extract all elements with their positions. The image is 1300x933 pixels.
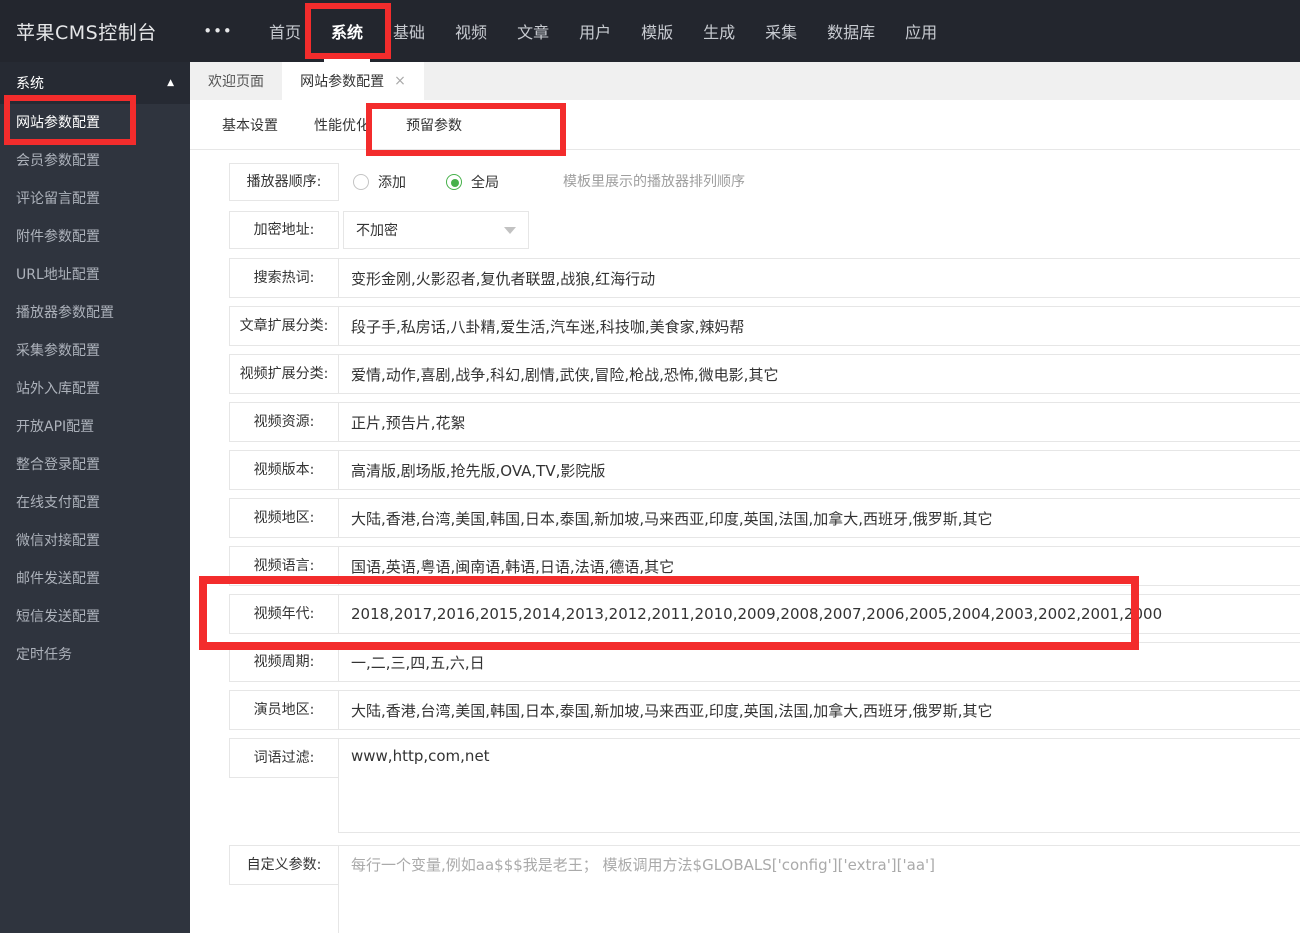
sidebar-item-url-config[interactable]: URL地址配置 [0, 256, 190, 294]
app-title: 苹果CMS控制台 [16, 21, 157, 44]
row-custom-params: 自定义参数: [229, 845, 1300, 933]
app-window: 苹果CMS控制台 ••• 首页 系统 基础 视频 文章 用户 模版 生成 采集 … [0, 0, 1300, 933]
sidebar-item-sms-config[interactable]: 短信发送配置 [0, 598, 190, 636]
video-categories-input[interactable] [338, 354, 1300, 394]
sidebar-item-member-params[interactable]: 会员参数配置 [0, 142, 190, 180]
sidebar-group-system[interactable]: 系统 ▲ [0, 62, 190, 104]
sidebar-item-comment-config[interactable]: 评论留言配置 [0, 180, 190, 218]
row-video-categories: 视频扩展分类: [229, 354, 1300, 394]
sidebar-item-player-config[interactable]: 播放器参数配置 [0, 294, 190, 332]
topnav-basic[interactable]: 基础 [378, 0, 440, 62]
video-versions-label: 视频版本: [229, 450, 339, 490]
article-categories-label: 文章扩展分类: [229, 306, 339, 346]
actor-regions-input[interactable] [338, 690, 1300, 730]
word-filter-textarea[interactable]: www,http,com,net [338, 738, 1300, 833]
radio-global[interactable]: 全局 [446, 172, 499, 192]
tab-welcome[interactable]: 欢迎页面 [190, 62, 282, 100]
video-versions-input[interactable] [338, 450, 1300, 490]
row-search-hotwords: 搜索热词: [229, 258, 1300, 298]
row-article-categories: 文章扩展分类: [229, 306, 1300, 346]
topnav-generate[interactable]: 生成 [688, 0, 750, 62]
video-regions-input[interactable] [338, 498, 1300, 538]
video-languages-input[interactable] [338, 546, 1300, 586]
sidebar-item-open-api-config[interactable]: 开放API配置 [0, 408, 190, 446]
chevron-up-icon: ▲ [167, 78, 174, 88]
sidebar-group-label: 系统 [16, 76, 44, 92]
tab-site-params[interactable]: 网站参数配置 × [282, 62, 424, 100]
topnav-home[interactable]: 首页 [254, 0, 316, 62]
article-categories-input[interactable] [338, 306, 1300, 346]
row-player-order: 播放器顺序: 添加 全局 模板里展示的播放器排列顺序 [229, 163, 745, 201]
video-resources-label: 视频资源: [229, 402, 339, 442]
sidebar: 系统 ▲ 网站参数配置 会员参数配置 评论留言配置 附件参数配置 URL地址配置… [0, 62, 190, 933]
actor-regions-label: 演员地区: [229, 690, 339, 730]
video-weekdays-input[interactable] [338, 642, 1300, 682]
top-navigation: 首页 系统 基础 视频 文章 用户 模版 生成 采集 数据库 应用 [254, 0, 952, 62]
video-years-label: 视频年代: [229, 594, 339, 634]
topnav-template[interactable]: 模版 [626, 0, 688, 62]
player-order-radio-group: 添加 全局 模板里展示的播放器排列顺序 [353, 163, 745, 201]
chevron-down-icon [504, 226, 516, 234]
radio-add-label: 添加 [378, 175, 406, 191]
video-resources-input[interactable] [338, 402, 1300, 442]
row-video-languages: 视频语言: [229, 546, 1300, 586]
row-actor-regions: 演员地区: [229, 690, 1300, 730]
row-video-weekdays: 视频周期: [229, 642, 1300, 682]
video-years-input[interactable] [338, 594, 1300, 634]
search-hotwords-input[interactable] [338, 258, 1300, 298]
sidebar-item-email-config[interactable]: 邮件发送配置 [0, 560, 190, 598]
topnav-system[interactable]: 系统 [316, 0, 378, 62]
sidebar-item-cron-tasks[interactable]: 定时任务 [0, 636, 190, 674]
topnav-user[interactable]: 用户 [564, 0, 626, 62]
sidebar-item-collect-config[interactable]: 采集参数配置 [0, 332, 190, 370]
sidebar-item-payment-config[interactable]: 在线支付配置 [0, 484, 190, 522]
sidebar-item-site-params[interactable]: 网站参数配置 [0, 104, 190, 142]
sidebar-item-wechat-config[interactable]: 微信对接配置 [0, 522, 190, 560]
sidebar-item-offsite-config[interactable]: 站外入库配置 [0, 370, 190, 408]
row-word-filter: 词语过滤: www,http,com,net [229, 738, 1300, 833]
player-order-hint: 模板里展示的播放器排列顺序 [563, 174, 745, 190]
sidebar-item-attachment-config[interactable]: 附件参数配置 [0, 218, 190, 256]
collapse-menu-icon[interactable]: ••• [196, 0, 240, 62]
tab-site-params-label: 网站参数配置 [300, 74, 385, 90]
video-regions-label: 视频地区: [229, 498, 339, 538]
row-video-years: 视频年代: [229, 594, 1300, 634]
row-video-versions: 视频版本: [229, 450, 1300, 490]
subtab-basic-settings[interactable]: 基本设置 [222, 115, 278, 135]
topnav-database[interactable]: 数据库 [812, 0, 890, 62]
video-weekdays-label: 视频周期: [229, 642, 339, 682]
word-filter-label: 词语过滤: [229, 738, 339, 778]
custom-params-textarea[interactable] [338, 845, 1300, 933]
subtab-performance[interactable]: 性能优化 [314, 115, 370, 135]
subtab-reserved-params[interactable]: 预留参数 [406, 115, 462, 135]
video-languages-label: 视频语言: [229, 546, 339, 586]
topnav-collect[interactable]: 采集 [750, 0, 812, 62]
tab-bar: 欢迎页面 网站参数配置 × [190, 62, 1300, 100]
radio-add[interactable]: 添加 [353, 172, 406, 192]
player-order-label: 播放器顺序: [229, 163, 339, 201]
radio-global-icon [446, 174, 462, 190]
video-categories-label: 视频扩展分类: [229, 354, 339, 394]
subtab-bar: 基本设置 性能优化 预留参数 [190, 100, 1300, 150]
topnav-article[interactable]: 文章 [502, 0, 564, 62]
search-hotwords-label: 搜索热词: [229, 258, 339, 298]
encrypt-address-value: 不加密 [356, 223, 398, 239]
encrypt-address-select[interactable]: 不加密 [343, 211, 529, 249]
topbar: 苹果CMS控制台 ••• 首页 系统 基础 视频 文章 用户 模版 生成 采集 … [0, 0, 1300, 62]
close-icon[interactable]: × [394, 73, 406, 89]
topnav-video[interactable]: 视频 [440, 0, 502, 62]
radio-global-label: 全局 [471, 175, 499, 191]
topnav-apps[interactable]: 应用 [890, 0, 952, 62]
row-video-resources: 视频资源: [229, 402, 1300, 442]
encrypt-address-label: 加密地址: [229, 211, 339, 249]
row-encrypt-address: 加密地址: 不加密 [229, 211, 529, 249]
custom-params-label: 自定义参数: [229, 845, 339, 885]
row-video-regions: 视频地区: [229, 498, 1300, 538]
radio-add-icon [353, 174, 369, 190]
sidebar-item-login-config[interactable]: 整合登录配置 [0, 446, 190, 484]
